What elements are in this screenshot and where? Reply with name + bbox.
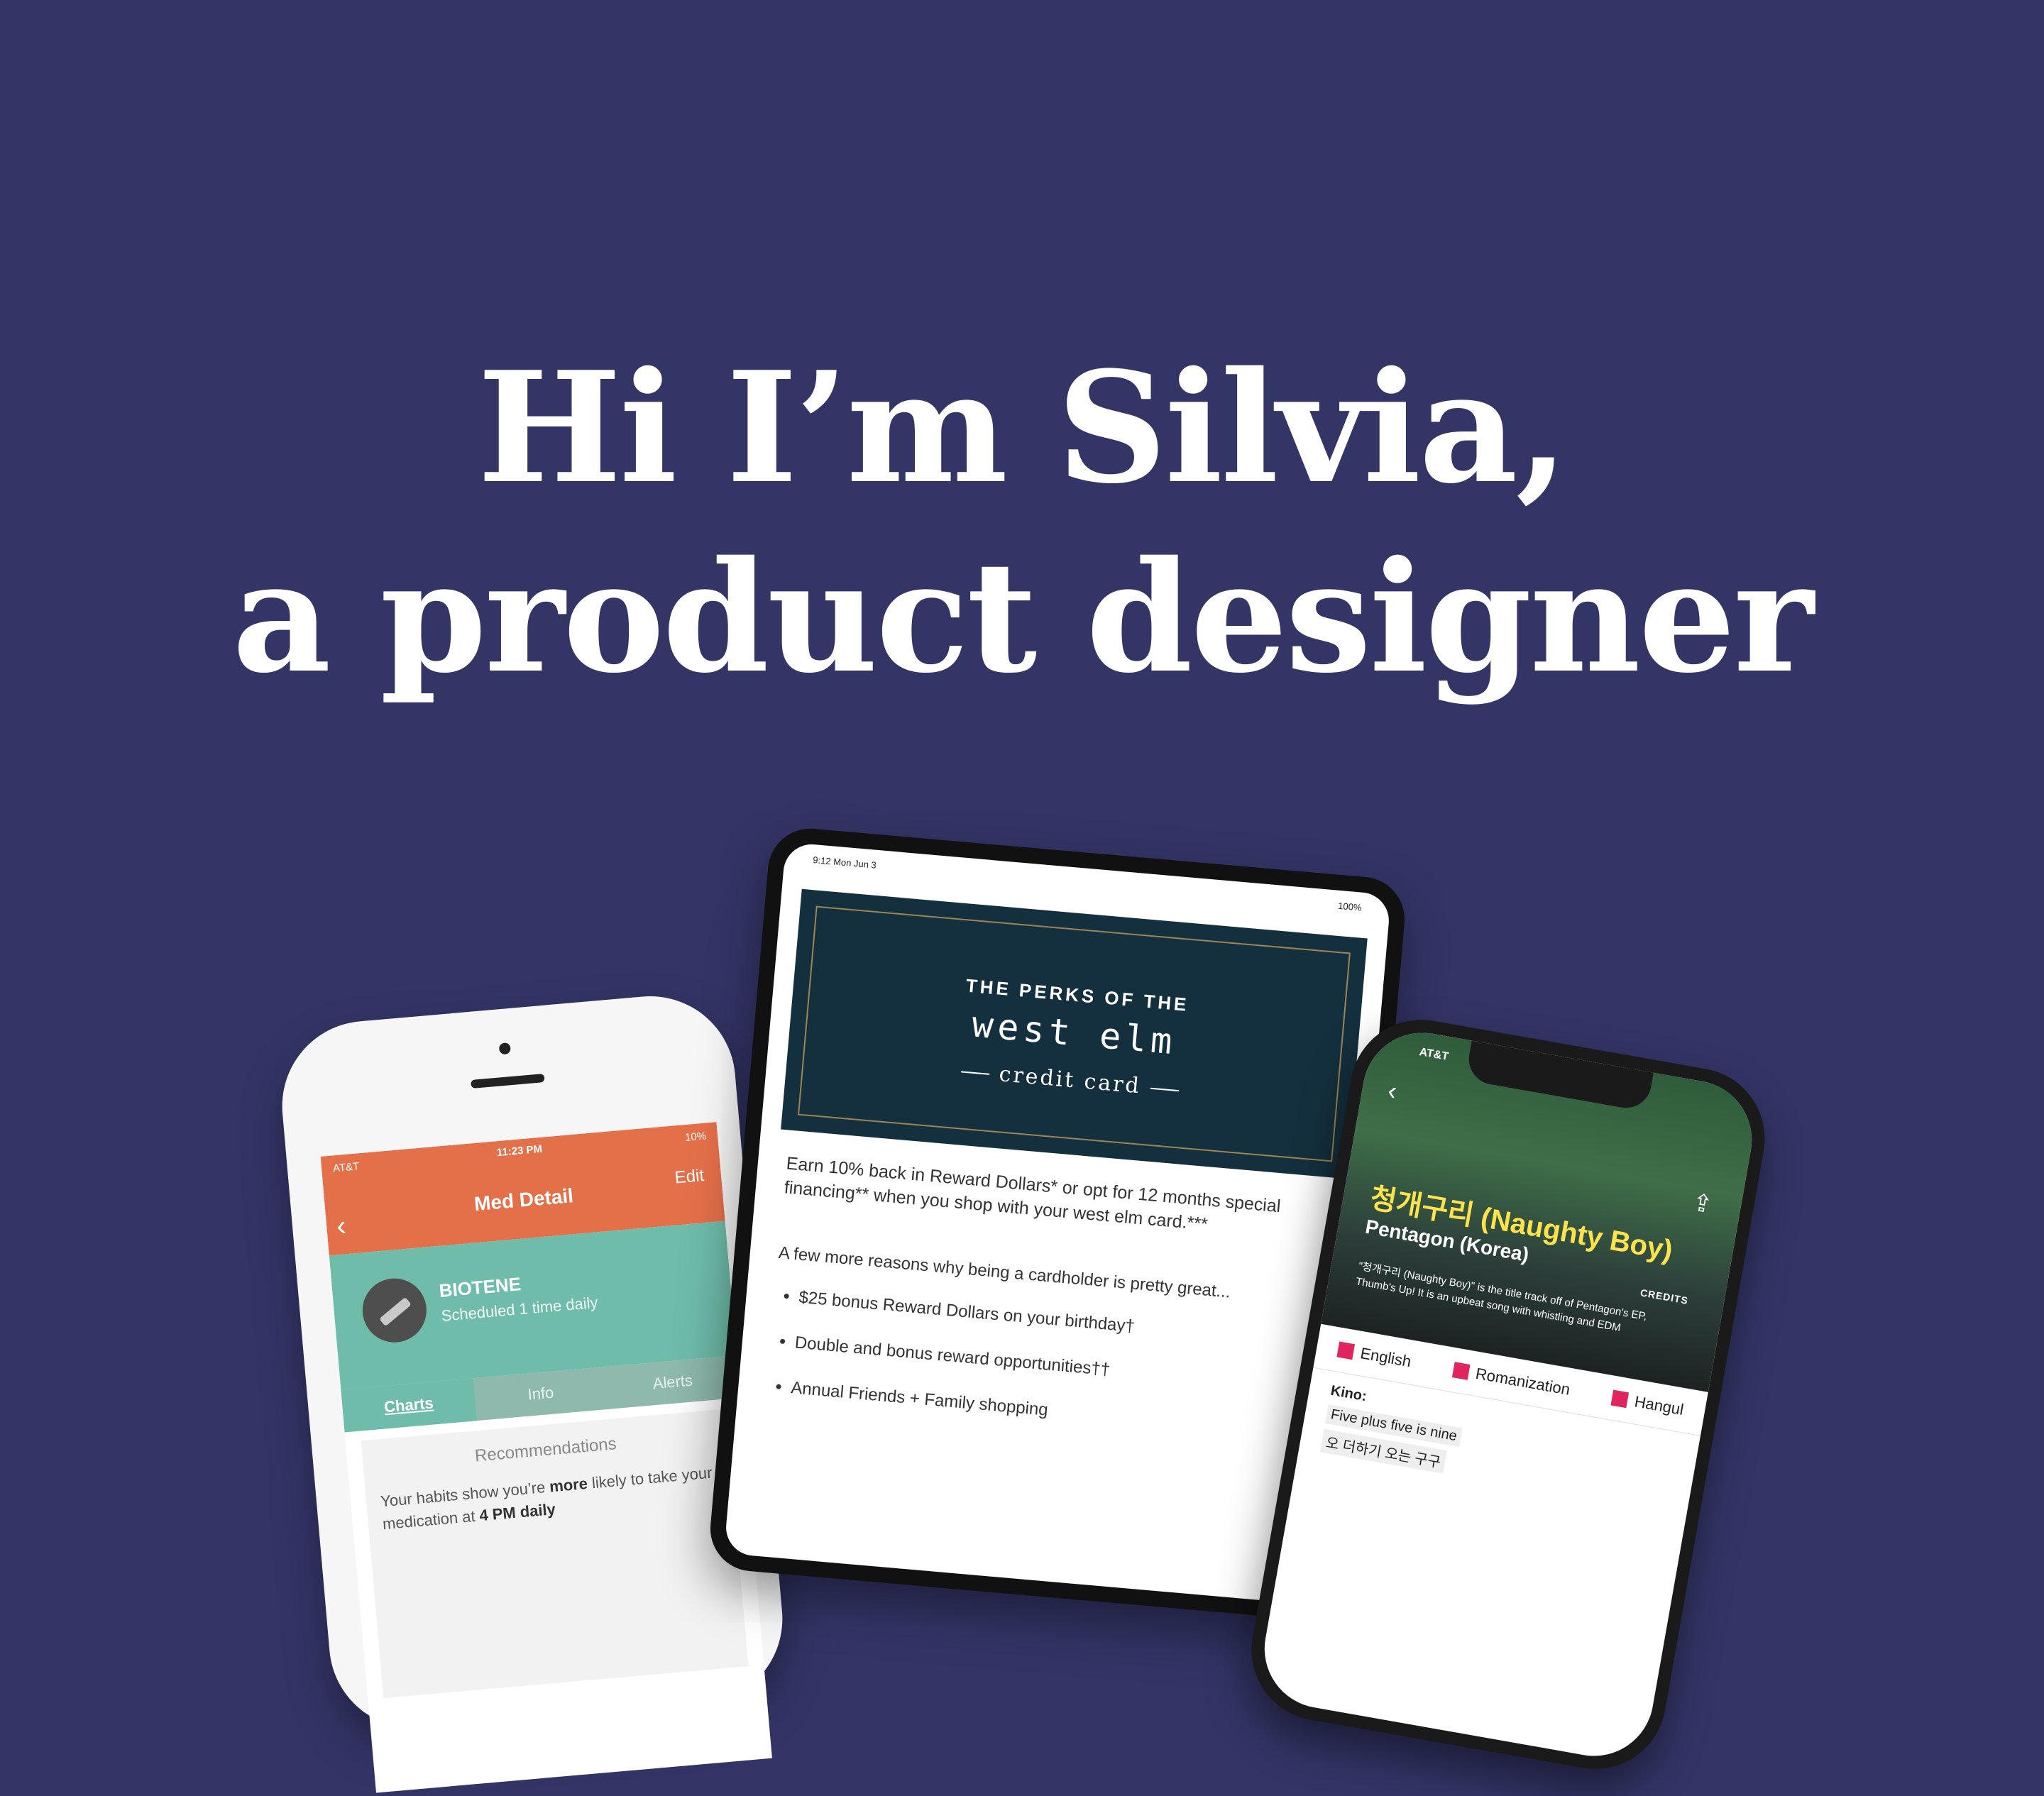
- phone-notch: [1465, 1040, 1654, 1112]
- hero-title: Hi I’m Silvia, a product designer: [0, 334, 2044, 712]
- front-camera: [498, 1042, 511, 1055]
- rec-text-more: more: [549, 1474, 588, 1496]
- recommendations-body: Your habits show you’re more likely to t…: [380, 1461, 720, 1536]
- edit-button[interactable]: Edit: [674, 1166, 705, 1188]
- hero-line-2: a product designer: [232, 527, 1813, 707]
- rec-text-time: 4 PM daily: [478, 1499, 556, 1525]
- toggle-english-label: English: [1358, 1344, 1413, 1371]
- medication-tube-icon: [360, 1275, 429, 1345]
- med-name: BIOTENE: [438, 1273, 522, 1302]
- tablet-battery: 100%: [1337, 900, 1363, 913]
- med-app-phone: AT&T 10% 11:23 PM ‹ Med Detail Edit BIOT…: [275, 989, 790, 1793]
- toggle-hangul-label: Hangul: [1633, 1392, 1686, 1419]
- checkbox-icon[interactable]: [1610, 1389, 1630, 1409]
- checkbox-icon[interactable]: [1451, 1362, 1471, 1380]
- recommendations-card: Recommendations Your habits show you’re …: [361, 1409, 749, 1699]
- toggle-romanization-label: Romanization: [1474, 1364, 1572, 1399]
- earpiece-speaker: [470, 1074, 545, 1089]
- westelm-banner: THE PERKS OF THE west elm credit card: [781, 888, 1368, 1179]
- toggle-english[interactable]: English: [1336, 1340, 1412, 1372]
- chevron-left-icon[interactable]: ‹: [1385, 1075, 1399, 1106]
- checkbox-icon[interactable]: [1336, 1341, 1355, 1360]
- tablet-time: 9:12 Mon Jun 3: [812, 854, 877, 871]
- toggle-romanization[interactable]: Romanization: [1451, 1360, 1572, 1399]
- share-icon[interactable]: ⇪: [1690, 1188, 1715, 1219]
- carrier-label: AT&T: [1418, 1046, 1450, 1064]
- med-detail-title: Med Detail: [473, 1184, 575, 1216]
- westelm-bullets: $25 bonus Reward Dollars on your birthda…: [766, 1286, 1324, 1444]
- med-app-screen: AT&T 10% 11:23 PM ‹ Med Detail Edit BIOT…: [320, 1122, 772, 1793]
- toggle-hangul[interactable]: Hangul: [1610, 1389, 1685, 1419]
- hero-line-1: Hi I’m Silvia,: [477, 338, 1569, 517]
- credits-link[interactable]: CREDITS: [1639, 1287, 1689, 1306]
- song-description: "청개구리 (Naughty Boy)" is the title track …: [1354, 1260, 1648, 1334]
